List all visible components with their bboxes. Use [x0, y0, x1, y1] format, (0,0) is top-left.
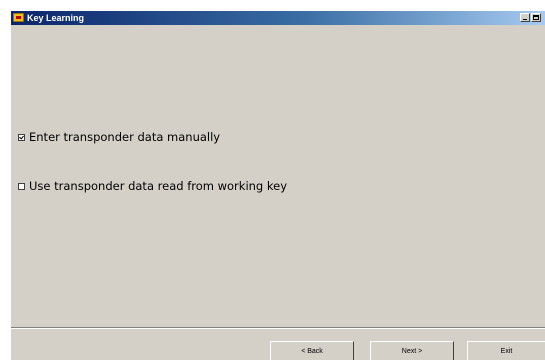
enter-manually-checkbox[interactable]	[18, 133, 25, 141]
option-enter-manually[interactable]: Enter transponder data manually	[18, 130, 220, 144]
option-use-working-key[interactable]: Use transponder data read from working k…	[18, 179, 287, 193]
window-title: Key Learning	[27, 13, 85, 23]
use-working-key-label[interactable]: Use transponder data read from working k…	[29, 179, 287, 193]
footer-separator	[11, 327, 545, 329]
next-button[interactable]: Next >	[370, 341, 454, 360]
maximize-icon	[533, 15, 539, 20]
enter-manually-label[interactable]: Enter transponder data manually	[29, 130, 220, 144]
exit-button[interactable]: Exit	[467, 341, 545, 360]
use-working-key-checkbox[interactable]	[18, 182, 25, 190]
app-key-icon	[13, 13, 24, 22]
minimize-icon	[523, 19, 527, 20]
minimize-button[interactable]	[520, 13, 530, 22]
key-learning-window: Key Learning Enter transponder data manu…	[11, 11, 545, 360]
title-bar[interactable]: Key Learning	[11, 11, 545, 25]
back-button[interactable]: < Back	[270, 341, 354, 360]
maximize-button[interactable]	[531, 13, 541, 22]
